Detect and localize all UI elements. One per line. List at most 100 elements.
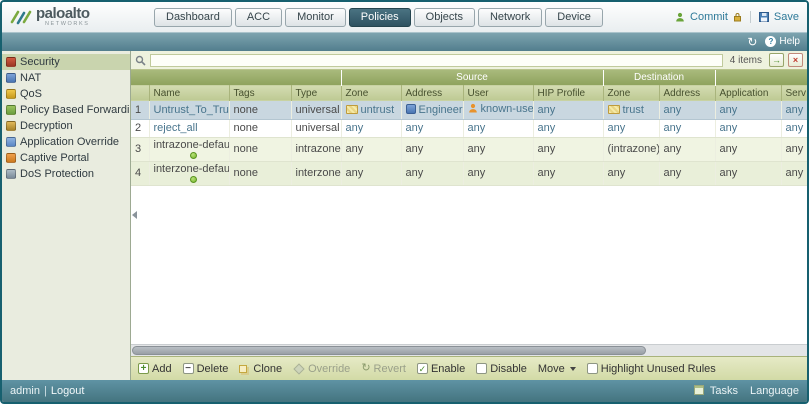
sidebar-item-captive-portal[interactable]: Captive Portal	[2, 150, 130, 166]
dst-zone-cell: any	[603, 161, 660, 186]
col-hip-profile[interactable]: HIP Profile	[533, 84, 604, 101]
col-src-zone[interactable]: Zone	[341, 84, 402, 101]
logged-in-user: admin	[10, 385, 40, 397]
commit-icon	[676, 12, 684, 22]
revert-button[interactable]: ↻ Revert	[361, 363, 406, 375]
sidebar-item-dos-protection[interactable]: DoS Protection	[2, 166, 130, 182]
user-link[interactable]: known-user	[481, 103, 533, 115]
dst-zone-cell: trust	[603, 101, 660, 120]
col-tags[interactable]: Tags	[229, 84, 292, 101]
table-row: 4 interzone-default none interzone any a…	[131, 161, 807, 186]
hip-link[interactable]: any	[538, 122, 556, 134]
clone-button[interactable]: Clone	[239, 363, 282, 375]
refresh-icon[interactable]: ↻	[747, 36, 757, 48]
col-dst-address[interactable]: Address	[659, 84, 716, 101]
chevron-down-icon	[569, 366, 576, 371]
collapse-sidebar-handle[interactable]	[132, 211, 137, 219]
help-button[interactable]: ? Help	[765, 36, 800, 47]
application-cell: any	[715, 161, 782, 186]
row-number[interactable]: 1	[131, 101, 150, 120]
filter-input[interactable]	[150, 53, 723, 67]
tab-acc[interactable]: ACC	[234, 7, 283, 27]
col-dst-zone[interactable]: Zone	[603, 84, 660, 101]
src-address-link[interactable]: any	[406, 122, 424, 134]
application-cell: any	[715, 137, 782, 162]
tab-dashboard[interactable]: Dashboard	[154, 7, 232, 27]
col-application[interactable]: Application	[715, 84, 782, 101]
rule-name-link[interactable]: Untrust_To_Trust	[154, 104, 229, 116]
src-address-cell: Engineering	[401, 101, 464, 120]
sidebar-item-qos[interactable]: QoS	[2, 86, 130, 102]
tab-device[interactable]: Device	[545, 7, 603, 27]
col-service[interactable]: Serv	[781, 84, 807, 101]
delete-button[interactable]: − Delete	[182, 363, 228, 375]
src-zone-link[interactable]: untrust	[361, 104, 395, 116]
tab-policies[interactable]: Policies	[348, 7, 411, 27]
hip-link[interactable]: any	[538, 104, 556, 116]
commit-link[interactable]: Commit	[690, 11, 728, 23]
highlight-unused-rules-label: Highlight Unused Rules	[600, 362, 716, 375]
type-cell: intrazone	[291, 137, 342, 162]
dst-address-link[interactable]: any	[664, 104, 682, 116]
rules-table-container: Source Destination Name Tags Type Zone A…	[131, 70, 807, 344]
dst-address-cell: any	[659, 101, 716, 120]
tab-network[interactable]: Network	[477, 7, 543, 27]
top-bar: paloalto NETWORKS Dashboard ACC Monitor …	[2, 2, 807, 32]
dst-zone-link[interactable]: any	[608, 122, 626, 134]
tab-monitor[interactable]: Monitor	[285, 7, 346, 27]
help-icon: ?	[765, 36, 777, 47]
logout-link[interactable]: Logout	[51, 385, 85, 397]
brand-subtitle: NETWORKS	[44, 21, 90, 28]
horizontal-scrollbar[interactable]	[131, 344, 807, 356]
application-link[interactable]: any	[720, 122, 738, 134]
brand-name: paloalto	[36, 5, 90, 23]
horizontal-scrollbar-thumb[interactable]	[132, 346, 646, 355]
disable-button[interactable]: Disable	[476, 363, 527, 375]
sidebar-item-decryption[interactable]: Decryption	[2, 118, 130, 134]
apply-filter-button[interactable]: →	[769, 53, 784, 67]
security-icon	[6, 57, 16, 67]
paloalto-logo-icon	[10, 10, 32, 25]
col-user[interactable]: User	[463, 84, 534, 101]
items-count: 4 items	[729, 54, 762, 66]
sidebar-item-security[interactable]: Security	[2, 54, 130, 70]
highlight-unused-rules-checkbox[interactable]	[586, 363, 598, 374]
language-button[interactable]: Language	[750, 385, 799, 397]
src-address-link[interactable]: Engineering	[419, 104, 463, 116]
sidebar-item-policy-based-forwarding[interactable]: Policy Based Forwarding	[2, 102, 130, 118]
col-src-address[interactable]: Address	[401, 84, 464, 101]
type-cell: interzone	[291, 161, 342, 186]
status-bar: admin | Logout Tasks Language	[2, 380, 807, 402]
user-cell: any	[463, 161, 534, 186]
tasks-button[interactable]: Tasks	[694, 385, 738, 397]
revert-label: Revert	[373, 362, 406, 375]
service-link[interactable]: any	[786, 104, 804, 116]
move-dropdown[interactable]: Move	[538, 363, 576, 375]
add-icon: +	[138, 363, 149, 374]
save-link[interactable]: Save	[774, 11, 799, 23]
rule-name-link[interactable]: reject_all	[154, 122, 198, 134]
add-button[interactable]: + Add	[138, 363, 172, 375]
row-number[interactable]: 3	[131, 137, 150, 162]
col-name[interactable]: Name	[149, 84, 230, 101]
src-zone-link[interactable]: any	[346, 122, 364, 134]
highlight-unused-rules-toggle[interactable]: Highlight Unused Rules	[586, 362, 716, 375]
application-cell: any	[715, 119, 782, 138]
enable-button[interactable]: ✓ Enable	[416, 363, 465, 375]
sidebar-item-nat[interactable]: NAT	[2, 70, 130, 86]
application-link[interactable]: any	[720, 104, 738, 116]
clear-filter-button[interactable]: ×	[788, 53, 803, 67]
row-number[interactable]: 4	[131, 161, 150, 186]
dst-zone-link[interactable]: trust	[623, 104, 644, 116]
service-cell: any	[781, 161, 807, 186]
service-link[interactable]: any	[786, 122, 804, 134]
tab-objects[interactable]: Objects	[413, 7, 475, 27]
row-number[interactable]: 2	[131, 119, 150, 138]
sidebar-item-application-override[interactable]: Application Override	[2, 134, 130, 150]
revert-icon: ↻	[361, 362, 371, 374]
user-link[interactable]: any	[468, 122, 486, 134]
override-button[interactable]: Override	[293, 363, 350, 375]
dst-address-link[interactable]: any	[664, 122, 682, 134]
hip-cell: any	[533, 119, 604, 138]
col-type[interactable]: Type	[291, 84, 342, 101]
